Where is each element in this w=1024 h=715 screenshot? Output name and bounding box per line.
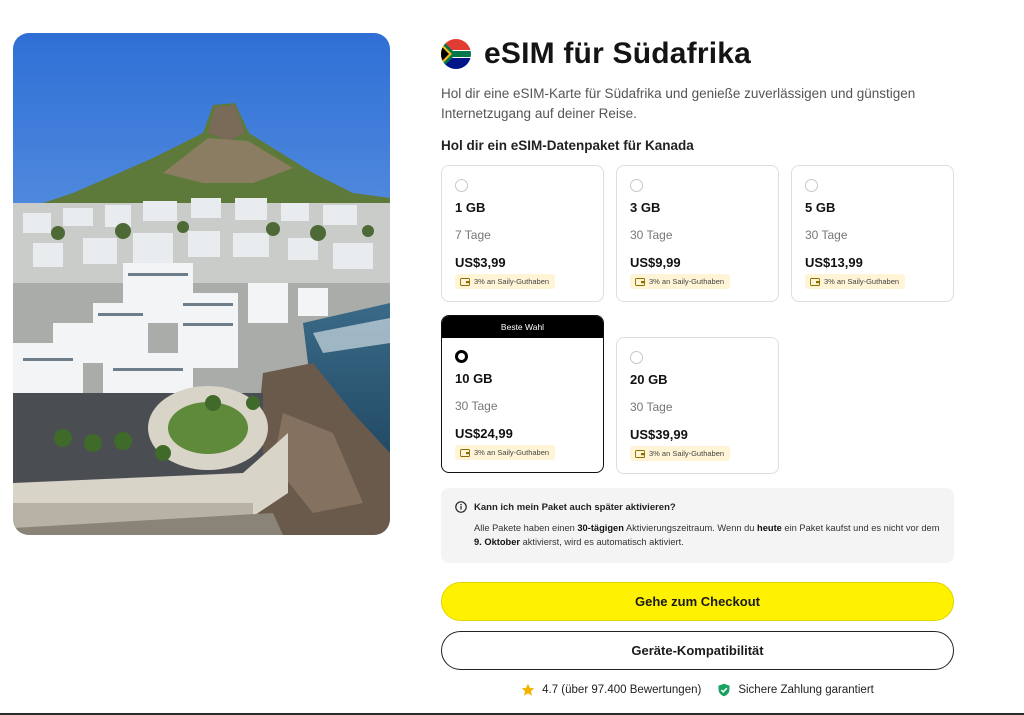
plan-price: US$13,99 bbox=[805, 255, 863, 270]
plan-card-3gb[interactable]: 3 GB 30 Tage US$9,99 3% an Saily-Guthabe… bbox=[616, 165, 779, 302]
checkout-button[interactable]: Gehe zum Checkout bbox=[441, 582, 954, 621]
plan-data-amount: 20 GB bbox=[630, 372, 668, 387]
plan-duration: 30 Tage bbox=[805, 228, 848, 242]
credit-text: 3% an Saily-Guthaben bbox=[649, 449, 725, 458]
plan-card-1gb[interactable]: 1 GB 7 Tage US$3,99 3% an Saily-Guthaben bbox=[441, 165, 604, 302]
info-icon bbox=[455, 501, 467, 513]
info-text-part: Aktivierungszeitraum. Wenn du bbox=[623, 523, 758, 533]
plan-card-20gb[interactable]: 20 GB 30 Tage US$39,99 3% an Saily-Gutha… bbox=[616, 337, 779, 474]
info-text: Alle Pakete haben einen 30-tägigen Aktiv… bbox=[474, 521, 944, 549]
plan-price: US$24,99 bbox=[455, 426, 513, 441]
credit-badge: 3% an Saily-Guthaben bbox=[630, 446, 731, 461]
plan-card-5gb[interactable]: 5 GB 30 Tage US$13,99 3% an Saily-Guthab… bbox=[791, 165, 954, 302]
plan-duration: 30 Tage bbox=[630, 228, 673, 242]
info-text-part: aktivierst, wird es automatisch aktivier… bbox=[519, 537, 684, 547]
device-compatibility-button[interactable]: Geräte-Kompatibilität bbox=[441, 631, 954, 670]
plan-price: US$39,99 bbox=[630, 427, 688, 442]
info-text-part: ein Paket kaufst und es nicht vor dem bbox=[781, 523, 940, 533]
plan-radio[interactable] bbox=[630, 351, 643, 364]
product-panel: eSIM für Südafrika Hol dir eine eSIM-Kar… bbox=[441, 36, 954, 698]
wallet-icon bbox=[635, 449, 645, 458]
wallet-icon bbox=[635, 277, 645, 286]
page-subtitle: Hol dir eine eSIM-Karte für Südafrika un… bbox=[441, 86, 916, 121]
wallet-icon bbox=[810, 277, 820, 286]
credit-badge: 3% an Saily-Guthaben bbox=[455, 274, 556, 289]
title-row: eSIM für Südafrika bbox=[441, 36, 954, 72]
secure-payment-text: Sichere Zahlung garantiert bbox=[738, 684, 874, 696]
credit-badge: 3% an Saily-Guthaben bbox=[455, 445, 556, 460]
info-title: Kann ich mein Paket auch später aktivier… bbox=[474, 501, 676, 513]
credit-text: 3% an Saily-Guthaben bbox=[824, 277, 900, 286]
plan-price: US$3,99 bbox=[455, 255, 506, 270]
plan-radio[interactable] bbox=[455, 179, 468, 192]
plan-radio[interactable] bbox=[805, 179, 818, 192]
south-africa-flag-icon bbox=[441, 39, 471, 69]
credit-text: 3% an Saily-Guthaben bbox=[474, 448, 550, 457]
page-title: eSIM für Südafrika bbox=[484, 37, 751, 70]
trust-row: 4.7 (über 97.400 Bewertungen) Sichere Za… bbox=[441, 682, 954, 698]
plan-data-amount: 3 GB bbox=[630, 200, 661, 215]
info-title-row: Kann ich mein Paket auch später aktivier… bbox=[455, 501, 940, 513]
rating-text: 4.7 (über 97.400 Bewertungen) bbox=[542, 684, 702, 696]
shield-check-icon bbox=[717, 683, 731, 697]
info-text-part: Alle Pakete haben einen bbox=[474, 523, 578, 533]
plan-data-amount: 5 GB bbox=[805, 200, 836, 215]
plan-data-amount: 10 GB bbox=[455, 371, 493, 386]
plan-duration: 30 Tage bbox=[455, 399, 498, 413]
info-text-bold: heute bbox=[757, 523, 782, 533]
credit-text: 3% an Saily-Guthaben bbox=[649, 277, 725, 286]
plans-heading: Hol dir ein eSIM-Datenpaket für Kanada bbox=[441, 138, 694, 153]
wallet-icon bbox=[460, 448, 470, 457]
plan-card-10gb-selected[interactable]: Beste Wahl 10 GB 30 Tage US$24,99 3% an … bbox=[441, 315, 604, 473]
best-choice-banner: Beste Wahl bbox=[442, 316, 603, 338]
plan-duration: 7 Tage bbox=[455, 228, 491, 242]
plan-data-amount: 1 GB bbox=[455, 200, 486, 215]
credit-badge: 3% an Saily-Guthaben bbox=[805, 274, 906, 289]
activation-info-box: Kann ich mein Paket auch später aktivier… bbox=[441, 488, 954, 563]
plan-price: US$9,99 bbox=[630, 255, 681, 270]
credit-text: 3% an Saily-Guthaben bbox=[474, 277, 550, 286]
plan-radio-selected[interactable] bbox=[455, 350, 468, 363]
plan-radio[interactable] bbox=[630, 179, 643, 192]
hero-photo bbox=[13, 33, 390, 535]
wallet-icon bbox=[460, 277, 470, 286]
plan-options: 1 GB 7 Tage US$3,99 3% an Saily-Guthaben… bbox=[441, 165, 954, 474]
info-text-bold: 9. Oktober bbox=[474, 537, 520, 547]
credit-badge: 3% an Saily-Guthaben bbox=[630, 274, 731, 289]
info-text-bold: 30-tägigen bbox=[577, 523, 624, 533]
star-icon bbox=[521, 683, 535, 697]
plan-duration: 30 Tage bbox=[630, 400, 673, 414]
